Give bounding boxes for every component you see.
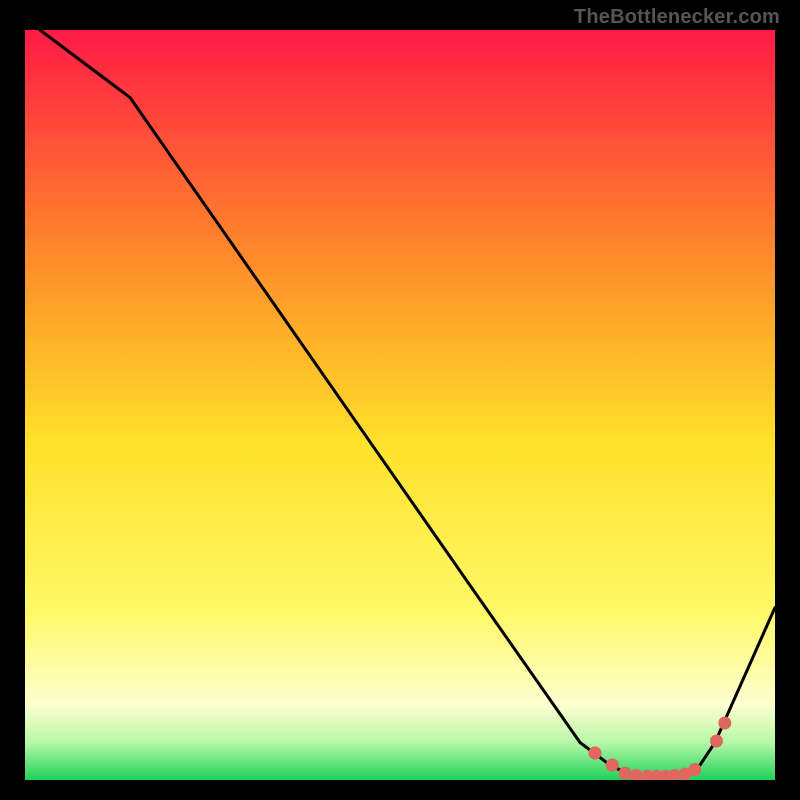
marker-dot bbox=[688, 763, 701, 776]
marker-dot bbox=[710, 735, 723, 748]
brand-watermark: TheBottlenecker.com bbox=[574, 6, 780, 29]
marker-dot bbox=[589, 747, 602, 760]
marker-dot bbox=[718, 717, 731, 730]
chart-background-gradient bbox=[25, 30, 775, 780]
marker-dot bbox=[606, 759, 619, 772]
chart-svg bbox=[25, 30, 775, 780]
chart-plot-area bbox=[25, 30, 775, 780]
marker-dot bbox=[619, 767, 632, 780]
chart-stage: TheBottlenecker.com bbox=[0, 0, 800, 800]
